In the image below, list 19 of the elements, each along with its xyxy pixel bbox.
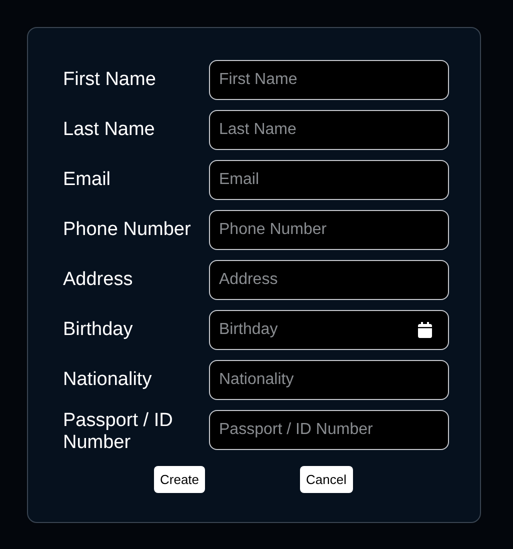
create-button[interactable]: Create [154, 466, 206, 493]
field-label: Birthday [63, 319, 134, 341]
field-label: Passport / ID Number [63, 410, 174, 454]
field-label: Last Name [63, 119, 156, 141]
field-label: First Name [63, 69, 157, 91]
input-field[interactable]: Birthday [209, 310, 449, 350]
field-label: Nationality [63, 369, 153, 391]
input-field[interactable]: Nationality [209, 360, 449, 400]
field-label: Email [63, 169, 112, 191]
input-field[interactable]: Last Name [209, 110, 449, 150]
input-field[interactable]: First Name [209, 60, 449, 100]
input-field[interactable]: Address [209, 260, 449, 300]
calendar-icon[interactable] [418, 322, 432, 338]
input-field[interactable]: Phone Number [209, 210, 449, 250]
cancel-button[interactable]: Cancel [300, 466, 352, 493]
input-field[interactable]: Email [209, 160, 449, 200]
field-label: Phone Number [63, 219, 192, 241]
field-label: Address [63, 269, 134, 291]
input-field[interactable]: Passport / ID Number [209, 410, 449, 450]
